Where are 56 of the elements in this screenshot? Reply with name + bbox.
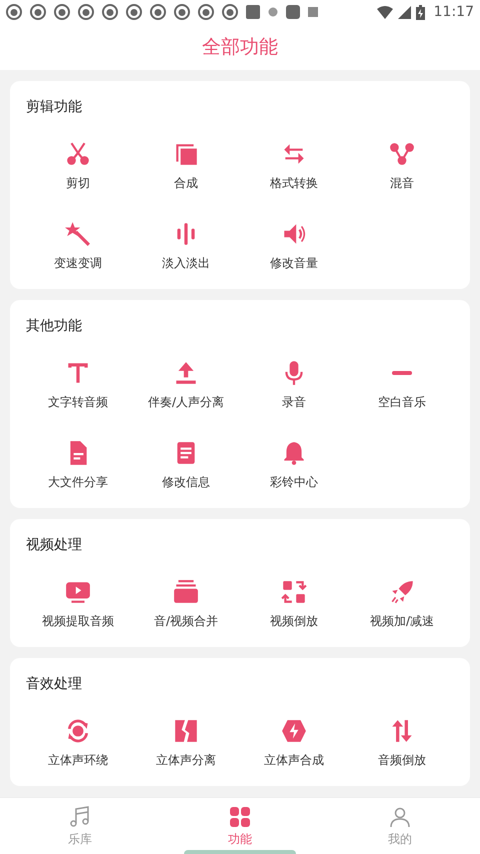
feature-button[interactable]: 空白音乐: [348, 356, 456, 416]
notification-icon: [78, 4, 94, 20]
app-icon: [246, 5, 260, 19]
swap-squares-icon: [281, 579, 307, 605]
feature-button[interactable]: 音频倒放: [348, 714, 456, 774]
nav-tab[interactable]: 功能: [160, 798, 320, 854]
wifi-icon: [376, 6, 393, 18]
music-note-icon: [68, 804, 92, 828]
feature-button[interactable]: 立体声合成: [240, 714, 348, 774]
notification-icon: [30, 4, 46, 20]
notification-icon: [174, 4, 190, 20]
feature-button[interactable]: 伴奏/人声分离: [132, 356, 240, 416]
feature-button[interactable]: 彩铃中心: [240, 436, 348, 496]
grid-icon: [228, 804, 252, 828]
page-title: 全部功能: [202, 35, 278, 60]
notification-icon: [150, 4, 166, 20]
notification-icon: [54, 4, 70, 20]
scissors-icon: [65, 141, 91, 167]
feature-button[interactable]: 变速变调: [24, 217, 132, 277]
feature-button[interactable]: 录音: [240, 356, 348, 416]
split-square-icon: [173, 718, 199, 744]
notification-icon: [102, 4, 118, 20]
minus-icon: [389, 370, 415, 376]
feature-button[interactable]: 视频加/减速: [348, 575, 456, 635]
feature-button[interactable]: 修改音量: [240, 217, 348, 277]
nodes-icon: [389, 141, 415, 167]
lightning-icon: [281, 718, 307, 744]
section-title: 视频处理: [25, 536, 83, 555]
feature-button[interactable]: 立体声环绕: [24, 714, 132, 774]
magic-wand-icon: [65, 221, 91, 247]
feature-button[interactable]: 文字转音频: [24, 356, 132, 416]
signal-icon: [398, 6, 411, 18]
feature-button[interactable]: 格式转换: [240, 137, 348, 197]
section-title: 其他功能: [25, 317, 83, 336]
layers-icon: [173, 579, 199, 605]
feature-button[interactable]: 音/视频合并: [132, 575, 240, 635]
feature-button[interactable]: 立体声分离: [132, 714, 240, 774]
feature-button[interactable]: 淡入淡出: [132, 217, 240, 277]
notification-icon: [198, 4, 214, 20]
feature-button[interactable]: 混音: [348, 137, 456, 197]
section-title: 剪辑功能: [25, 98, 83, 117]
clock-time: 11:17: [434, 4, 474, 20]
rocket-icon: [389, 579, 415, 605]
feature-button[interactable]: 视频倒放: [240, 575, 348, 635]
feature-button[interactable]: 视频提取音频: [24, 575, 132, 635]
app-icon: [286, 5, 300, 19]
feature-button[interactable]: 修改信息: [132, 436, 240, 496]
notification-icon: [222, 4, 238, 20]
notification-icon: [6, 4, 22, 20]
feature-button[interactable]: 合成: [132, 137, 240, 197]
section-title: 音效处理: [25, 675, 83, 694]
feature-button[interactable]: 大文件分享: [24, 436, 132, 496]
battery-icon: [416, 4, 425, 20]
feature-button[interactable]: 剪切: [24, 137, 132, 197]
circle-arrows-icon: [65, 718, 91, 744]
notification-icon: [126, 4, 142, 20]
